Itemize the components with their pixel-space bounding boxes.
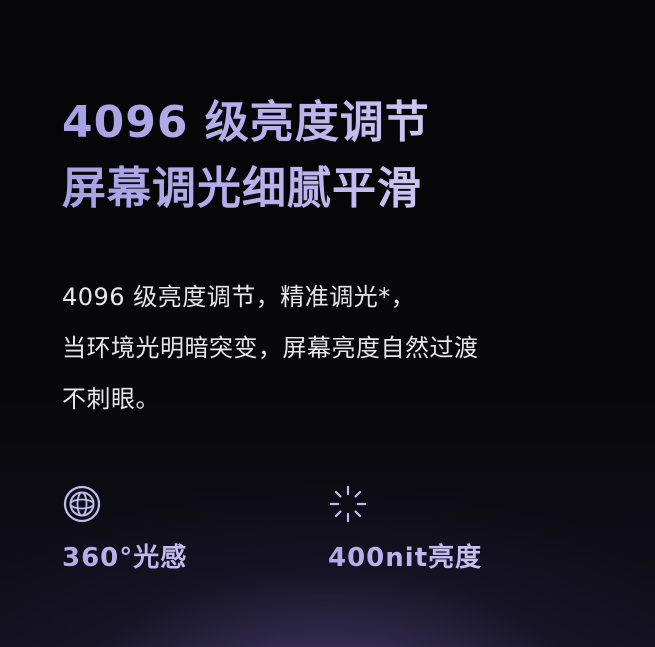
feature-label-360: 360°光感 bbox=[62, 538, 322, 578]
description: 4096 级亮度调节，精准调光*， 当环境光明暗突变，屏幕亮度自然过渡 不刺眼。 bbox=[62, 272, 622, 425]
headline-line-2: 屏幕调光细腻平滑 bbox=[62, 158, 622, 220]
description-line-1: 4096 级亮度调节，精准调光*， bbox=[62, 283, 416, 311]
description-line-3: 不刺眼。 bbox=[62, 385, 160, 413]
headline: 4096 级亮度调节 屏幕调光细腻平滑 bbox=[62, 92, 622, 220]
feature-360-light-sensing: 360°光感 bbox=[62, 484, 322, 578]
feature-label-400nit: 400nit亮度 bbox=[328, 538, 588, 578]
orbit-sensor-icon bbox=[63, 485, 101, 523]
headline-line-1: 4096 级亮度调节 bbox=[62, 92, 622, 154]
description-line-2: 当环境光明暗突变，屏幕亮度自然过渡 bbox=[62, 334, 479, 362]
feature-400nit-brightness: 400nit亮度 bbox=[328, 484, 588, 578]
brightness-icon bbox=[329, 485, 367, 523]
